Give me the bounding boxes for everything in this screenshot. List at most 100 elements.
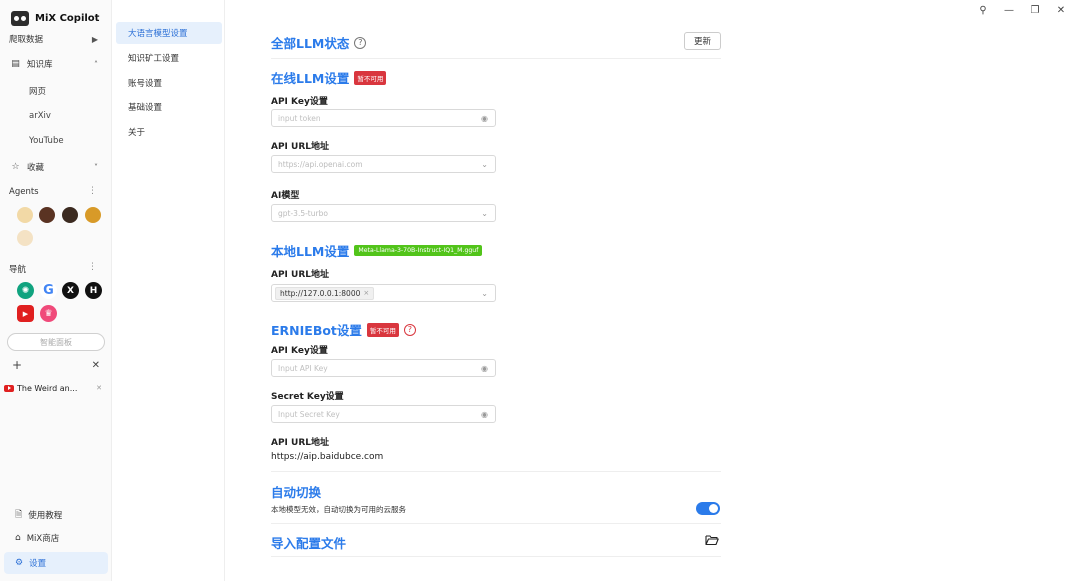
x-icon[interactable]: X bbox=[62, 282, 79, 299]
secret-key-label: Secret Key设置 bbox=[271, 392, 344, 402]
tag-close-icon[interactable]: × bbox=[363, 289, 369, 297]
api-key-field[interactable]: ◉ bbox=[271, 109, 496, 127]
chevron-down-icon: ⌄ bbox=[481, 159, 488, 169]
sidebar-item-tutorial[interactable]: 🗎 使用教程 bbox=[4, 504, 108, 526]
section-title: 全部LLM状态 bbox=[271, 36, 350, 51]
chatgpt-icon[interactable]: ✺ bbox=[17, 282, 34, 299]
sidebar-item-favorites[interactable]: ☆ 收藏 ˅ bbox=[9, 157, 104, 177]
chevron-up-icon: ˄ bbox=[94, 59, 98, 69]
sidebar: MiX Copilot 爬取数据 ▶ ▤ 知识库 ˄ 网页 arXiv YouT… bbox=[0, 0, 112, 581]
select-placeholder: https://api.openai.com bbox=[278, 159, 363, 169]
online-llm-heading: 在线LLM设置 暂不可用 bbox=[271, 68, 387, 87]
update-button[interactable]: 更新 bbox=[684, 32, 721, 50]
crown-icon[interactable]: ♛ bbox=[40, 305, 57, 322]
knowledge-item-youtube[interactable]: YouTube bbox=[0, 129, 112, 153]
book-icon: ▤ bbox=[11, 59, 20, 69]
ernie-api-url-label: API URL地址 bbox=[271, 438, 330, 448]
chevron-down-icon: ⌄ bbox=[481, 288, 488, 298]
nav-label: 导航 bbox=[9, 265, 27, 275]
status-badge: 暂不可用 bbox=[354, 70, 387, 85]
llm-settings-panel: 全部LLM状态 ? 更新 在线LLM设置 暂不可用 API Key设置 ◉ AP… bbox=[271, 0, 721, 581]
tag-label: http://127.0.0.1:8000 bbox=[280, 288, 361, 298]
gear-icon: ⚙ bbox=[15, 558, 24, 568]
ai-model-select[interactable]: gpt-3.5-turbo ⌄ bbox=[271, 204, 496, 222]
sidebar-item-label: YouTube bbox=[29, 136, 64, 146]
section-title: 导入配置文件 bbox=[271, 536, 347, 551]
sidebar-item-label: arXiv bbox=[29, 111, 51, 121]
pin-icon[interactable]: ⚲ bbox=[970, 2, 996, 18]
eye-off-icon[interactable]: ◉ bbox=[481, 114, 488, 123]
section-title: 在线LLM设置 bbox=[271, 71, 350, 86]
open-tab-title: The Weird an... bbox=[17, 383, 78, 393]
agent-avatar[interactable] bbox=[85, 207, 101, 223]
ernie-api-key-field[interactable]: ◉ bbox=[271, 359, 496, 377]
help-icon[interactable]: ? bbox=[354, 36, 367, 49]
close-tabs-button[interactable]: ✕ bbox=[92, 360, 100, 371]
chevron-right-icon: ▶ bbox=[91, 34, 98, 44]
window-controls: ⚲ — ❐ ✕ bbox=[970, 2, 1074, 18]
restore-button[interactable]: ❐ bbox=[1022, 2, 1048, 18]
settings-nav-knowledge-miner[interactable]: 知识矿工设置 bbox=[116, 47, 222, 69]
minimize-button[interactable]: — bbox=[996, 2, 1022, 18]
sidebar-item-label: MiX商店 bbox=[26, 534, 60, 544]
secret-key-input[interactable] bbox=[278, 409, 468, 419]
agent-avatar[interactable] bbox=[39, 207, 55, 223]
section-title: ERNIEBot设置 bbox=[271, 323, 362, 338]
local-llm-heading: 本地LLM设置 Meta-Llama-3-70B-Instruct-IQ1_M.… bbox=[271, 241, 483, 260]
help-icon[interactable]: ? bbox=[403, 323, 416, 336]
toggle-knob bbox=[709, 504, 718, 513]
folder-open-icon[interactable] bbox=[705, 534, 719, 546]
auto-switch-heading: 自动切换 bbox=[271, 482, 321, 501]
auto-switch-toggle[interactable] bbox=[696, 502, 720, 515]
eye-off-icon[interactable]: ◉ bbox=[481, 410, 488, 419]
h-icon[interactable]: H bbox=[85, 282, 102, 299]
divider bbox=[271, 471, 721, 472]
agents-more-icon[interactable]: ⋮ bbox=[88, 186, 97, 196]
api-key-input[interactable] bbox=[278, 113, 468, 123]
sidebar-item-settings[interactable]: ⚙ 设置 bbox=[4, 552, 108, 574]
youtube-icon bbox=[4, 384, 14, 392]
settings-nav-account[interactable]: 账号设置 bbox=[116, 72, 222, 94]
star-icon: ☆ bbox=[11, 162, 20, 172]
ernie-api-key-input[interactable] bbox=[278, 363, 468, 373]
model-badge: Meta-Llama-3-70B-Instruct-IQ1_M.gguf bbox=[354, 245, 483, 256]
local-api-url-select[interactable]: http://127.0.0.1:8000 × ⌄ bbox=[271, 284, 496, 302]
import-config-heading: 导入配置文件 bbox=[271, 533, 346, 552]
ai-model-label: AI模型 bbox=[271, 191, 300, 201]
sidebar-item-label: 爬取数据 bbox=[9, 35, 44, 45]
divider bbox=[271, 556, 721, 557]
agent-avatar[interactable] bbox=[62, 207, 78, 223]
settings-nav-about[interactable]: 关于 bbox=[116, 121, 222, 143]
eye-off-icon[interactable]: ◉ bbox=[481, 364, 488, 373]
url-tag: http://127.0.0.1:8000 × bbox=[275, 286, 375, 300]
sidebar-item-crawl[interactable]: 爬取数据 ▶ bbox=[9, 29, 104, 49]
chevron-down-icon: ˅ bbox=[94, 162, 98, 172]
close-button[interactable]: ✕ bbox=[1048, 2, 1074, 18]
dashboard-button[interactable]: 智能面板 bbox=[7, 333, 105, 351]
agent-avatar[interactable] bbox=[17, 230, 33, 246]
divider bbox=[271, 58, 721, 59]
knowledge-item-arxiv[interactable]: arXiv bbox=[0, 104, 112, 128]
knowledge-item-web[interactable]: 网页 bbox=[0, 79, 112, 103]
document-icon: 🗎 bbox=[15, 510, 23, 520]
select-value: gpt-3.5-turbo bbox=[278, 208, 328, 218]
chevron-down-icon: ⌄ bbox=[481, 208, 488, 218]
add-tab-button[interactable]: + bbox=[12, 358, 22, 372]
sidebar-item-knowledge[interactable]: ▤ 知识库 ˄ bbox=[9, 54, 104, 74]
settings-nav-basic[interactable]: 基础设置 bbox=[116, 96, 222, 118]
agent-avatar[interactable] bbox=[17, 207, 33, 223]
settings-nav-llm[interactable]: 大语言模型设置 bbox=[116, 22, 222, 44]
api-url-label: API URL地址 bbox=[271, 142, 330, 152]
secret-key-field[interactable]: ◉ bbox=[271, 405, 496, 423]
google-icon[interactable]: G bbox=[40, 282, 57, 299]
nav-more-icon[interactable]: ⋮ bbox=[88, 262, 97, 272]
open-tab[interactable]: The Weird an... ✕ bbox=[4, 378, 108, 398]
agents-label: Agents bbox=[9, 187, 39, 197]
api-url-select[interactable]: https://api.openai.com ⌄ bbox=[271, 155, 496, 173]
app-window: ⚲ — ❐ ✕ MiX Copilot 爬取数据 ▶ ▤ 知识库 ˄ 网页 ar… bbox=[0, 0, 1080, 581]
youtube-icon[interactable]: ▶ bbox=[17, 305, 34, 322]
sidebar-item-store[interactable]: ⌂ MiX商店 bbox=[4, 527, 108, 549]
close-tab-icon[interactable]: ✕ bbox=[96, 384, 102, 392]
ernie-api-key-label: API Key设置 bbox=[271, 346, 328, 356]
sidebar-item-label: 知识库 bbox=[27, 60, 53, 70]
